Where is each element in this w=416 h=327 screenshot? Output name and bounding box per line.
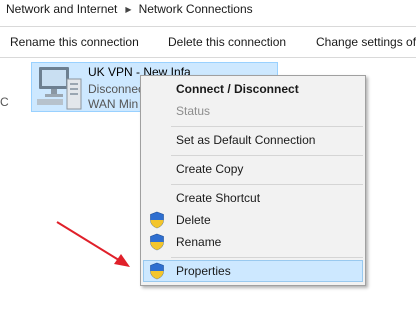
connection-device: WAN Min [88,97,139,111]
menu-separator [171,257,363,258]
menu-separator [171,126,363,127]
menu-item-label: Set as Default Connection [176,133,316,147]
delete-connection-button[interactable]: Delete this connection [168,35,286,49]
menu-item-label: Rename [176,235,222,249]
menu-item-label: Status [176,104,211,118]
rename-connection-button[interactable]: Rename this connection [10,35,139,49]
menu-separator [171,155,363,156]
menu-separator [171,184,363,185]
context-menu: Connect / Disconnect Status Set as Defau… [140,75,366,286]
menu-item-label: Delete [176,213,211,227]
change-settings-button[interactable]: Change settings of [316,35,416,49]
menu-item-set-default[interactable]: Set as Default Connection [143,129,363,151]
chevron-right-icon: ▶ [125,4,132,14]
menu-item-status: Status [143,100,363,122]
connection-status: Disconnec [88,82,145,96]
network-connection-icon [37,67,82,110]
uac-shield-icon [150,262,164,280]
menu-item-label: Create Copy [176,162,244,176]
menu-item-label: Create Shortcut [176,191,261,205]
menu-item-delete[interactable]: Delete [143,209,363,231]
menu-item-connect-disconnect[interactable]: Connect / Disconnect [143,78,363,100]
command-toolbar: Rename this connection Delete this conne… [0,26,416,58]
menu-item-label: Connect / Disconnect [176,82,299,96]
uac-shield-icon [150,233,164,251]
menu-item-properties[interactable]: Properties [143,260,363,282]
menu-item-label: Properties [176,264,231,278]
menu-item-create-copy[interactable]: Create Copy [143,158,363,180]
partial-connection-label: C [0,95,9,109]
menu-item-rename[interactable]: Rename [143,231,363,253]
menu-item-create-shortcut[interactable]: Create Shortcut [143,187,363,209]
breadcrumb: Network and Internet ▶ Network Connectio… [0,0,416,18]
uac-shield-icon [150,211,164,229]
breadcrumb-network-connections[interactable]: Network Connections [139,2,253,16]
breadcrumb-network-and-internet[interactable]: Network and Internet [0,2,117,16]
